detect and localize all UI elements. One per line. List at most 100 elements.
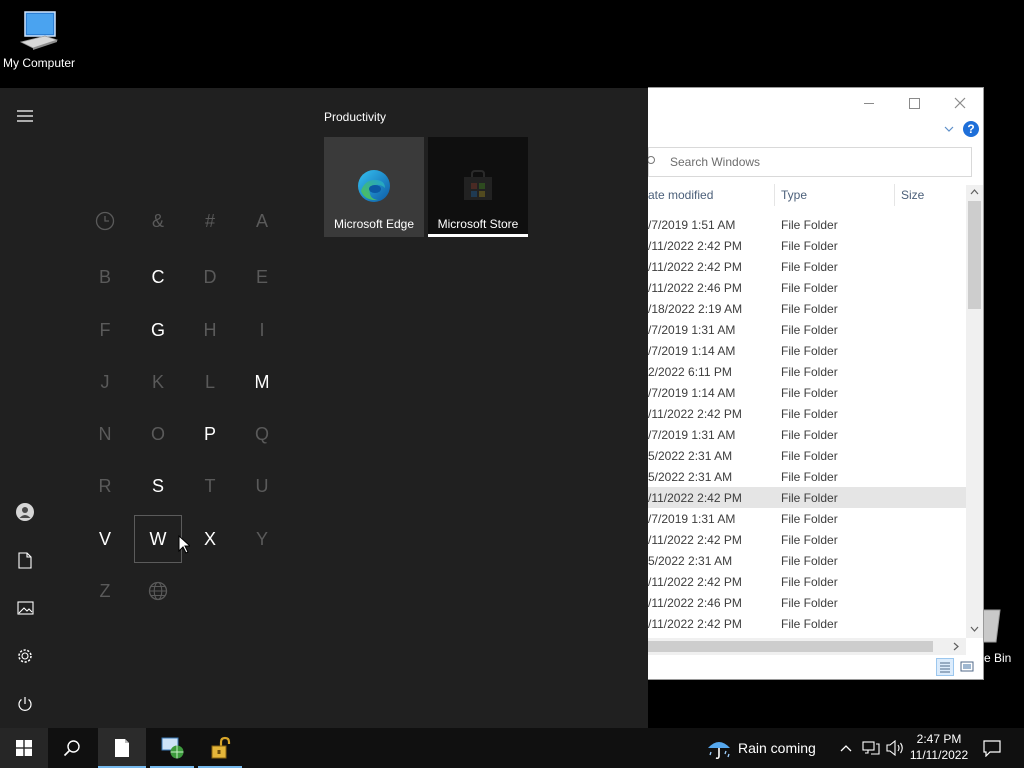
minimize-icon: [864, 102, 874, 104]
letter-index-x[interactable]: X: [186, 515, 234, 563]
table-row[interactable]: /11/2022 2:42 PM File Folder: [648, 613, 966, 634]
large-icons-view-icon: [960, 661, 974, 672]
letter-index-g[interactable]: G: [134, 306, 182, 354]
table-row[interactable]: /11/2022 2:42 PM File Folder: [648, 256, 966, 277]
scrollbar-thumb[interactable]: [968, 201, 981, 309]
table-row[interactable]: /11/2022 2:42 PM File Folder: [648, 403, 966, 424]
weather-widget[interactable]: Rain coming: [704, 728, 822, 768]
scroll-up-icon[interactable]: [970, 188, 979, 196]
show-hidden-icons-button[interactable]: [836, 738, 856, 758]
vertical-scrollbar[interactable]: [966, 185, 983, 638]
taskbar-app-file[interactable]: [98, 728, 146, 768]
documents-button[interactable]: [13, 548, 37, 572]
letter-index-ampersand: &: [151, 210, 164, 231]
search-icon: [63, 740, 80, 757]
letter-index-p[interactable]: P: [186, 410, 234, 458]
search-box[interactable]: Search Windows: [647, 147, 972, 177]
close-button[interactable]: [937, 88, 983, 118]
tile-label: Microsoft Edge: [333, 217, 415, 231]
date-modified-cell: /7/2019 1:31 AM: [648, 512, 736, 526]
date-modified-cell: /11/2022 2:42 PM: [648, 239, 742, 253]
power-button[interactable]: [13, 692, 37, 716]
scroll-right-icon[interactable]: [952, 642, 960, 651]
clock[interactable]: 2:47 PM 11/11/2022: [906, 731, 972, 765]
table-row[interactable]: /7/2019 1:14 AM File Folder: [648, 340, 966, 361]
unlock-icon: [211, 736, 231, 759]
letter-index-t: T: [204, 475, 216, 496]
edge-icon: [358, 170, 390, 202]
desktop-icon-my-computer[interactable]: My Computer: [0, 8, 78, 70]
letter-index-s[interactable]: S: [134, 462, 182, 510]
table-row[interactable]: /7/2019 1:14 AM File Folder: [648, 382, 966, 403]
letter-index-z: Z: [99, 580, 111, 601]
settings-button[interactable]: [13, 644, 37, 668]
start-button[interactable]: [0, 728, 48, 768]
taskbar: Rain coming 2:47 PM 11/11/2022: [0, 728, 1024, 768]
pictures-button[interactable]: [13, 596, 37, 620]
expand-menu-button[interactable]: [13, 104, 37, 128]
type-cell: File Folder: [781, 449, 838, 463]
table-row[interactable]: 5/2022 2:31 AM File Folder: [648, 550, 966, 571]
letter-index-v[interactable]: V: [81, 515, 129, 563]
table-row[interactable]: /7/2019 1:31 AM File Folder: [648, 319, 966, 340]
horizontal-scrollbar[interactable]: [648, 638, 966, 655]
user-account-button[interactable]: [13, 500, 37, 524]
table-row[interactable]: /11/2022 2:46 PM File Folder: [648, 592, 966, 613]
table-row[interactable]: /11/2022 2:42 PM File Folder: [648, 487, 966, 508]
tile-microsoft-store[interactable]: Microsoft Store: [428, 137, 528, 237]
date-modified-cell: 5/2022 2:31 AM: [648, 449, 733, 463]
type-cell: File Folder: [781, 323, 838, 337]
table-row[interactable]: /11/2022 2:42 PM File Folder: [648, 235, 966, 256]
date-modified-cell: /7/2019 1:51 AM: [648, 218, 736, 232]
ribbon-expand-chevron-icon[interactable]: [944, 125, 954, 133]
type-cell: File Folder: [781, 617, 838, 631]
date-modified-cell: /11/2022 2:42 PM: [648, 533, 742, 547]
table-row[interactable]: 2/2022 6:11 PM File Folder: [648, 361, 966, 382]
scroll-down-icon[interactable]: [970, 625, 979, 633]
help-button[interactable]: ?: [963, 121, 979, 137]
table-row[interactable]: 5/2022 2:31 AM File Folder: [648, 445, 966, 466]
chevron-up-icon: [840, 745, 852, 752]
type-cell: File Folder: [781, 533, 838, 547]
action-center-button[interactable]: [978, 736, 1006, 760]
table-row[interactable]: /11/2022 2:42 PM File Folder: [648, 571, 966, 592]
table-row[interactable]: /7/2019 1:51 AM File Folder: [648, 214, 966, 235]
type-cell: File Folder: [781, 407, 838, 421]
hamburger-menu-icon: [17, 110, 33, 122]
letter-index-a: A: [255, 210, 268, 231]
large-icons-view-button[interactable]: [958, 658, 976, 676]
column-divider[interactable]: [894, 184, 895, 206]
table-row[interactable]: /11/2022 2:46 PM File Folder: [648, 277, 966, 298]
taskbar-app-lock[interactable]: [196, 728, 244, 768]
file-icon: [115, 739, 129, 757]
letter-index-m[interactable]: M: [238, 358, 286, 406]
taskbar-app-network[interactable]: [148, 728, 196, 768]
table-row[interactable]: /7/2019 1:31 AM File Folder: [648, 508, 966, 529]
maximize-button[interactable]: [891, 88, 937, 118]
date-modified-cell: /18/2022 2:19 AM: [648, 302, 743, 316]
letter-index-w[interactable]: W: [134, 515, 182, 563]
minimize-button[interactable]: [846, 88, 892, 118]
column-header-type[interactable]: Type: [781, 188, 807, 202]
network-status-button[interactable]: [860, 738, 882, 758]
details-view-button[interactable]: [936, 658, 954, 676]
letter-index-o: O: [150, 423, 165, 444]
volume-button[interactable]: [884, 738, 906, 758]
date-modified-cell: /11/2022 2:42 PM: [648, 617, 742, 631]
tile-microsoft-edge[interactable]: Microsoft Edge: [324, 137, 424, 237]
letter-index-h: H: [203, 319, 217, 340]
column-divider[interactable]: [774, 184, 775, 206]
close-icon: [954, 97, 966, 109]
table-row[interactable]: 5/2022 2:31 AM File Folder: [648, 466, 966, 487]
search-button[interactable]: [48, 728, 96, 768]
scrollbar-thumb[interactable]: [648, 641, 933, 652]
desktop-icon-label: e Bin: [984, 651, 1012, 665]
desktop-icon-label: My Computer: [2, 56, 76, 70]
column-header-date[interactable]: ate modified: [648, 188, 713, 202]
table-row[interactable]: /7/2019 1:31 AM File Folder: [648, 424, 966, 445]
column-header-size[interactable]: Size: [901, 188, 924, 202]
letter-index-c[interactable]: C: [134, 253, 182, 301]
table-row[interactable]: /18/2022 2:19 AM File Folder: [648, 298, 966, 319]
table-row[interactable]: /11/2022 2:42 PM File Folder: [648, 529, 966, 550]
type-cell: File Folder: [781, 554, 838, 568]
